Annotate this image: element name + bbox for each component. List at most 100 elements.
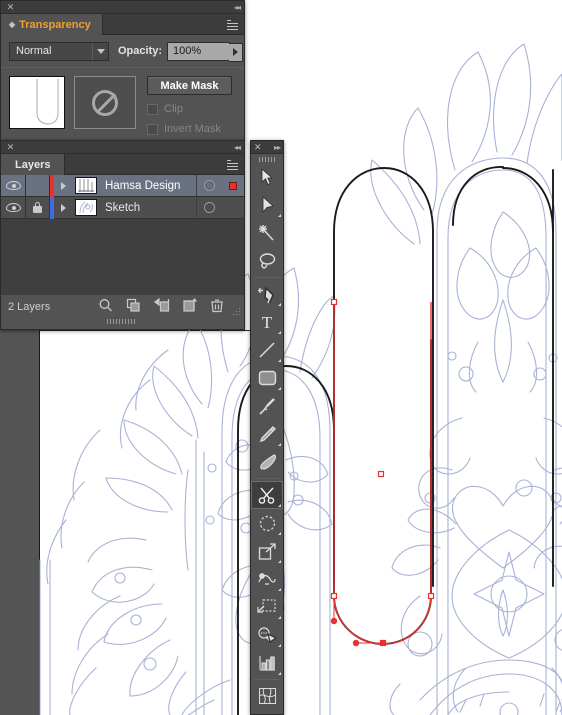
rectangle-tool[interactable] bbox=[251, 364, 283, 392]
panel-drag-grabber[interactable] bbox=[106, 319, 139, 324]
shape-builder-tool[interactable] bbox=[251, 621, 283, 649]
delete-selection-button[interactable] bbox=[210, 298, 225, 314]
layer-thumbnail[interactable] bbox=[75, 199, 97, 216]
layer-name[interactable]: Hamsa Design bbox=[105, 180, 196, 192]
invert-mask-checkbox[interactable] bbox=[147, 123, 158, 135]
tool-flyout-indicator[interactable] bbox=[278, 303, 281, 306]
paintbrush-tool[interactable] bbox=[251, 392, 283, 420]
tool-flyout-indicator[interactable] bbox=[278, 532, 281, 535]
layer-name[interactable]: Sketch bbox=[105, 202, 196, 214]
layer-expand-toggle[interactable] bbox=[54, 197, 72, 219]
mask-thumbnail[interactable] bbox=[74, 76, 136, 129]
clip-checkbox-row[interactable]: Clip bbox=[147, 103, 232, 115]
layer-lock-toggle[interactable] bbox=[26, 174, 50, 197]
tab-transparency[interactable]: ◈ Transparency bbox=[1, 14, 103, 35]
panel-divider bbox=[1, 67, 244, 68]
lasso-tool[interactable] bbox=[251, 247, 283, 275]
transparency-panel: ✕ ◂◂ ◈ Transparency Normal Opacity: 100% bbox=[0, 0, 245, 141]
make-clipping-mask-button[interactable] bbox=[126, 298, 141, 314]
width-tool[interactable] bbox=[251, 565, 283, 593]
tool-flyout-indicator[interactable] bbox=[278, 443, 281, 446]
layer-thumbnail[interactable] bbox=[75, 177, 97, 194]
panel-group-icon: ◈ bbox=[9, 20, 16, 29]
selection-tool[interactable] bbox=[251, 163, 283, 191]
layer-target-indicator[interactable] bbox=[196, 196, 222, 219]
drag-grabber-icon[interactable] bbox=[251, 154, 283, 163]
layers-tabstrip: Layers bbox=[1, 154, 244, 175]
layer-count-label: 2 Layers bbox=[8, 300, 51, 313]
tool-flyout-indicator[interactable] bbox=[278, 644, 281, 647]
tool-flyout-indicator[interactable] bbox=[278, 387, 281, 390]
tool-flyout-indicator[interactable] bbox=[278, 214, 281, 217]
scale-tool[interactable] bbox=[251, 537, 283, 565]
mesh-tool[interactable] bbox=[251, 682, 283, 710]
object-thumbnail[interactable] bbox=[9, 76, 65, 129]
toolbar-divider bbox=[254, 679, 280, 680]
chevron-down-icon[interactable] bbox=[92, 42, 108, 60]
target-circle-icon bbox=[204, 180, 215, 191]
layer-visibility-toggle[interactable] bbox=[1, 174, 26, 197]
table-row[interactable]: Sketch bbox=[1, 196, 244, 219]
tab-layers[interactable]: Layers bbox=[1, 154, 66, 175]
line-segment-tool[interactable] bbox=[251, 336, 283, 364]
illustrator-workspace: ✕ ◂◂ ◈ Transparency Normal Opacity: 100% bbox=[0, 0, 562, 715]
lock-icon bbox=[33, 202, 42, 213]
type-tool[interactable]: T bbox=[251, 308, 283, 336]
toolbar-divider bbox=[254, 478, 280, 479]
tool-flyout-indicator[interactable] bbox=[278, 672, 281, 675]
layer-lock-toggle[interactable] bbox=[26, 196, 50, 219]
clip-checkbox[interactable] bbox=[147, 103, 158, 115]
close-icon[interactable]: ✕ bbox=[6, 143, 15, 152]
layers-panel-titlebar: ✕ ◂◂ bbox=[1, 141, 244, 154]
layers-panel-footer: 2 Layers bbox=[1, 295, 244, 324]
close-icon[interactable]: ✕ bbox=[6, 3, 15, 12]
rotate-tool[interactable] bbox=[251, 509, 283, 537]
make-mask-button[interactable]: Make Mask bbox=[147, 76, 232, 95]
layers-list: Hamsa Design Sketch bbox=[1, 174, 244, 295]
create-new-sublayer-button[interactable] bbox=[154, 297, 170, 314]
collapse-double-arrow-icon[interactable]: ◂◂ bbox=[234, 3, 241, 12]
direct-selection-tool[interactable] bbox=[251, 191, 283, 219]
resize-grip-icon[interactable] bbox=[232, 307, 242, 317]
create-new-layer-button[interactable] bbox=[182, 298, 198, 314]
layer-visibility-toggle[interactable] bbox=[1, 196, 26, 219]
tool-flyout-indicator[interactable] bbox=[278, 359, 281, 362]
opacity-stepper-icon[interactable] bbox=[229, 42, 244, 62]
layers-panel: ✕ ◂◂ Layers Hamsa Design Sketch 2 Layers bbox=[0, 140, 245, 330]
expand-double-arrow-icon[interactable]: ▸▸ bbox=[274, 143, 281, 152]
layer-selection-indicator[interactable] bbox=[222, 197, 244, 219]
tool-flyout-indicator[interactable] bbox=[278, 588, 281, 591]
layer-expand-toggle[interactable] bbox=[54, 175, 72, 197]
tool-flyout-indicator[interactable] bbox=[278, 504, 281, 507]
panel-menu-icon[interactable] bbox=[224, 158, 240, 170]
tool-flyout-indicator[interactable] bbox=[278, 616, 281, 619]
gradient-tool[interactable] bbox=[251, 710, 283, 715]
pencil-tool[interactable] bbox=[251, 420, 283, 448]
tool-flyout-indicator[interactable] bbox=[278, 331, 281, 334]
tools-panel-titlebar: ✕ ▸▸ bbox=[251, 141, 283, 154]
blob-brush-tool[interactable] bbox=[251, 448, 283, 476]
pen-tool[interactable] bbox=[251, 280, 283, 308]
free-transform-tool[interactable] bbox=[251, 593, 283, 621]
column-graph-tool[interactable] bbox=[251, 649, 283, 677]
layer-selection-indicator[interactable] bbox=[222, 175, 244, 197]
close-icon[interactable]: ✕ bbox=[254, 143, 262, 152]
canvas-gutter bbox=[0, 330, 39, 715]
locate-object-button[interactable] bbox=[98, 298, 113, 314]
layer-target-indicator[interactable] bbox=[196, 174, 222, 197]
blend-mode-select[interactable]: Normal bbox=[9, 41, 109, 61]
panel-menu-icon[interactable] bbox=[224, 18, 240, 30]
table-row[interactable]: Hamsa Design bbox=[1, 174, 244, 197]
opacity-input[interactable]: 100% bbox=[167, 41, 244, 62]
tool-flyout-indicator[interactable] bbox=[278, 560, 281, 563]
transparency-panel-titlebar: ✕ ◂◂ bbox=[1, 1, 244, 14]
transparency-tabstrip: ◈ Transparency bbox=[1, 14, 244, 35]
collapse-double-arrow-icon[interactable]: ◂◂ bbox=[234, 143, 241, 152]
scissors-tool[interactable] bbox=[251, 481, 283, 509]
selected-art-square-icon bbox=[229, 181, 237, 190]
target-circle-icon bbox=[204, 202, 215, 213]
magic-wand-tool[interactable] bbox=[251, 219, 283, 247]
blend-mode-value: Normal bbox=[16, 45, 52, 57]
opacity-value: 100% bbox=[173, 45, 202, 57]
invert-mask-checkbox-row[interactable]: Invert Mask bbox=[147, 123, 232, 135]
